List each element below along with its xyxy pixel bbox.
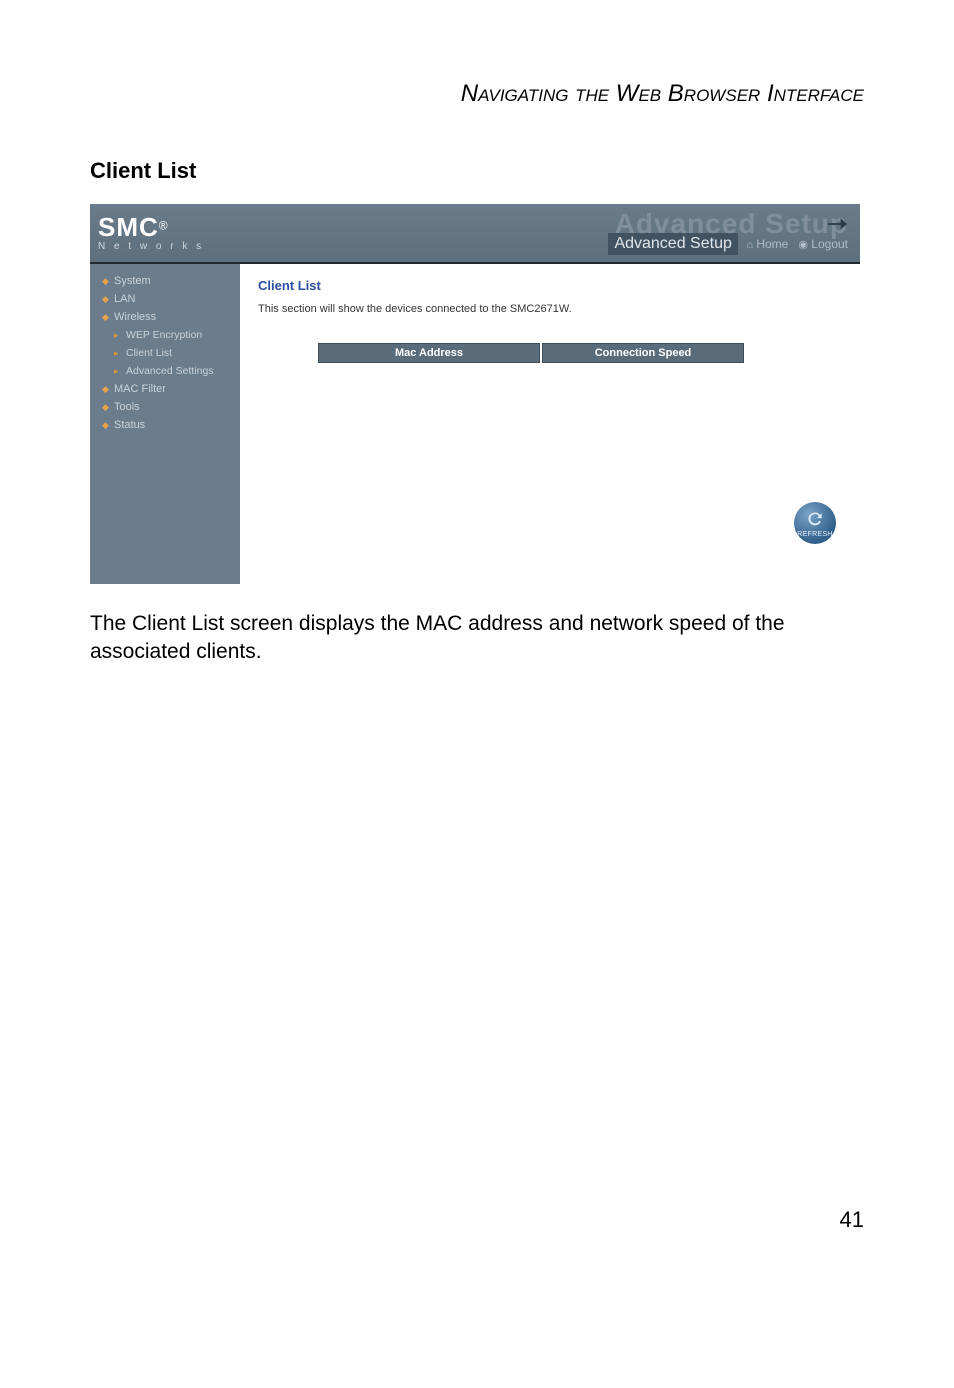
ghost-title-text: Advanced Setup (615, 208, 848, 239)
sidebar-item-label: Wireless (114, 311, 156, 323)
refresh-label: REFRESH (797, 531, 833, 538)
sidebar-item-lan[interactable]: ◆ LAN (90, 290, 240, 308)
refresh-icon (805, 509, 825, 529)
bullet-icon: ◆ (102, 402, 110, 413)
sidebar-item-advanced[interactable]: ▸ Advanced Settings (90, 362, 240, 380)
content-title: Client List (258, 278, 842, 293)
page-number: 41 (90, 1207, 864, 1233)
sidebar-item-label: Tools (114, 401, 140, 413)
arrow-icon (822, 213, 852, 238)
table-header-row: Mac Address Connection Speed (258, 343, 842, 363)
sidebar-item-label: Client List (126, 347, 172, 359)
ghost-title: Advanced Setup (608, 211, 848, 236)
section-title: Client List (90, 158, 864, 184)
screenshot-header: SMC® N e t w o r k s Advanced Setup Adva… (90, 204, 860, 264)
refresh-button[interactable]: REFRESH (794, 502, 836, 544)
logout-icon: ◉ (798, 239, 808, 251)
content-panel: Client List This section will show the d… (240, 264, 860, 584)
bullet-icon: ◆ (102, 294, 110, 305)
sidebar-item-label: LAN (114, 293, 135, 305)
sidebar-item-label: MAC Filter (114, 383, 166, 395)
bullet-icon: ◆ (102, 276, 110, 287)
home-icon: ⌂ (746, 239, 753, 251)
sidebar: ◆ System ◆ LAN ◆ Wireless ▸ WEP Encryption ▸… (90, 264, 240, 584)
sidebar-item-mac-filter[interactable]: ◆ MAC Filter (90, 380, 240, 398)
sidebar-item-label: WEP Encryption (126, 329, 202, 341)
sidebar-item-tools[interactable]: ◆ Tools (90, 398, 240, 416)
sidebar-item-wireless[interactable]: ◆ Wireless (90, 308, 240, 326)
brand-logo: SMC® N e t w o r k s (98, 214, 204, 252)
sidebar-item-label: Advanced Settings (126, 365, 214, 377)
bullet-icon: ◆ (102, 384, 110, 395)
bullet-icon: ▸ (114, 366, 122, 377)
sidebar-item-status[interactable]: ◆ Status (90, 416, 240, 434)
bullet-icon: ◆ (102, 420, 110, 431)
brand-registered: ® (159, 219, 168, 233)
bullet-icon: ▸ (114, 348, 122, 359)
sidebar-item-label: Status (114, 419, 145, 431)
brand-subtitle: N e t w o r k s (98, 242, 204, 252)
sidebar-item-label: System (114, 275, 151, 287)
router-admin-screenshot: SMC® N e t w o r k s Advanced Setup Adva… (90, 204, 860, 584)
running-header: Navigating the Web Browser Interface (90, 80, 864, 108)
column-mac-address: Mac Address (318, 343, 540, 363)
content-description: This section will show the devices conne… (258, 303, 842, 315)
sidebar-item-wep[interactable]: ▸ WEP Encryption (90, 326, 240, 344)
sidebar-item-system[interactable]: ◆ System (90, 272, 240, 290)
sidebar-item-client-list[interactable]: ▸ Client List (90, 344, 240, 362)
bullet-icon: ◆ (102, 312, 110, 323)
brand-name: SMC (98, 212, 159, 242)
bullet-icon: ▸ (114, 330, 122, 341)
header-right: Advanced Setup Advanced Setup ⌂ Home ◉ L… (608, 211, 848, 254)
column-connection-speed: Connection Speed (542, 343, 744, 363)
body-paragraph: The Client List screen displays the MAC … (90, 610, 864, 667)
